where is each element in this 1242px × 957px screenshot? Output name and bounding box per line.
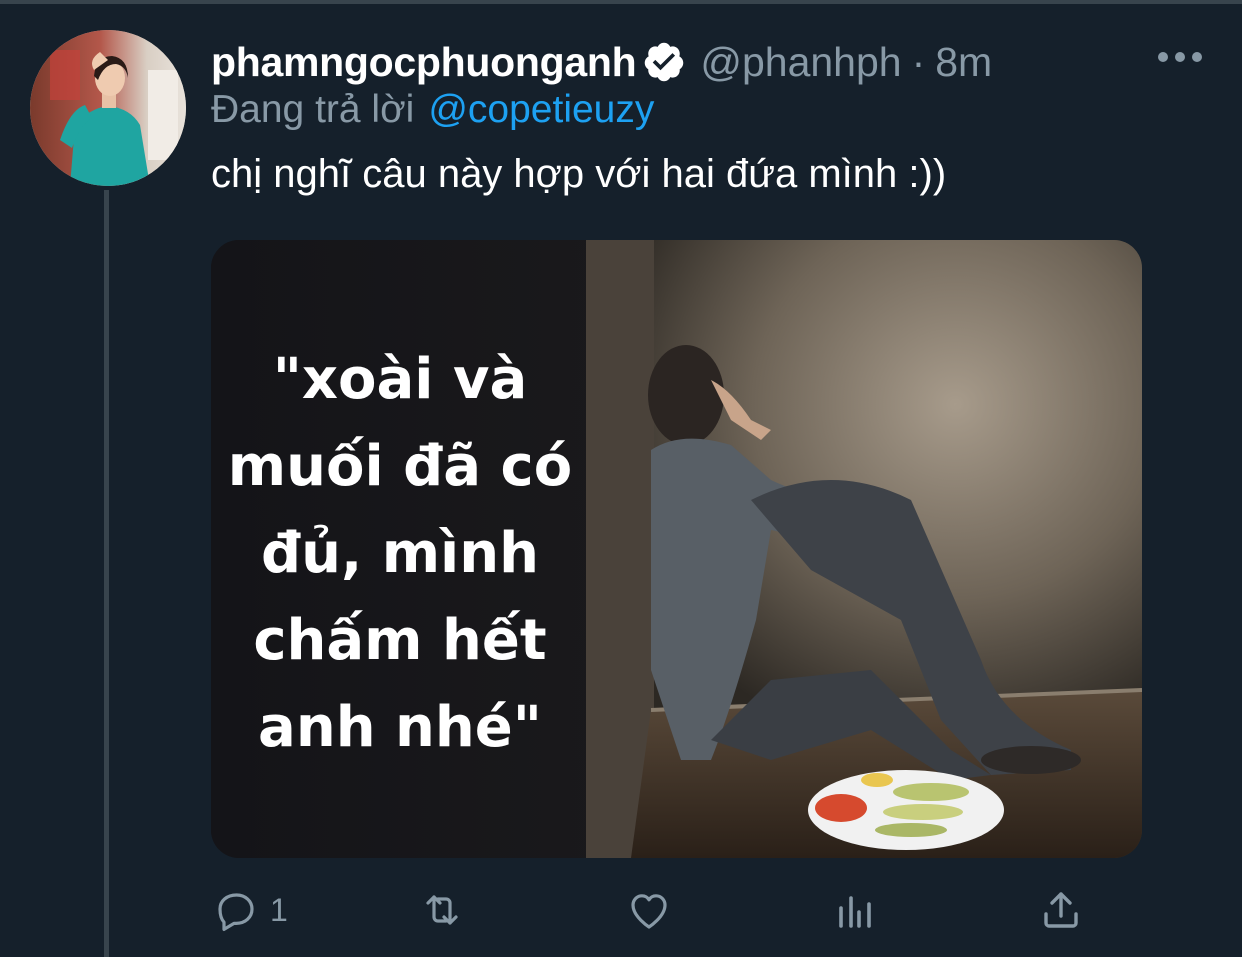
media-caption-line: chấm hết [253,608,547,673]
tweet-action-bar: 1 [0,880,1242,940]
replying-to: Đang trả lời @copetieuzy [211,86,654,134]
media-caption-line: đủ, mình [260,521,539,586]
display-name[interactable]: phamngocphuonganh [211,39,637,86]
tweet-header: phamngocphuonganh @phanhph · 8m [211,36,992,88]
tweet-text: chị nghĩ câu này hợp với hai đứa mình :)… [211,152,947,196]
media-caption: "xoài và muối đã có đủ, mình chấm hết an… [211,336,589,771]
analytics-button[interactable] [831,880,879,940]
share-icon [1044,892,1078,928]
media-caption-line: "xoài và [272,347,528,412]
retweet-button[interactable] [418,880,466,940]
verified-badge-icon [645,42,684,82]
media-caption-line: muối đã có [227,434,573,499]
analytics-icon [839,896,871,928]
tweet-media-image[interactable]: "xoài và muối đã có đủ, mình chấm hết an… [211,240,1142,858]
like-button[interactable] [625,880,673,940]
reply-count: 1 [270,891,288,928]
thread-connector-line [104,190,109,957]
user-handle[interactable]: @phanhph [700,39,901,86]
timestamp[interactable]: 8m [935,39,992,86]
heart-icon [631,894,667,929]
more-options-icon[interactable] [1158,46,1202,68]
media-caption-line: anh nhé" [258,695,542,760]
retweet-icon [426,895,458,925]
avatar-image [30,30,186,186]
tweet[interactable]: phamngocphuonganh @phanhph · 8m Đang trả… [0,0,1242,957]
reply-icon [218,893,254,931]
separator-dot: · [911,38,926,85]
share-button[interactable] [1037,880,1085,940]
reply-mention-link[interactable]: @copetieuzy [428,88,654,132]
replying-to-label: Đang trả lời [211,88,415,131]
avatar[interactable] [30,30,186,186]
reply-button[interactable]: 1 [212,880,288,940]
